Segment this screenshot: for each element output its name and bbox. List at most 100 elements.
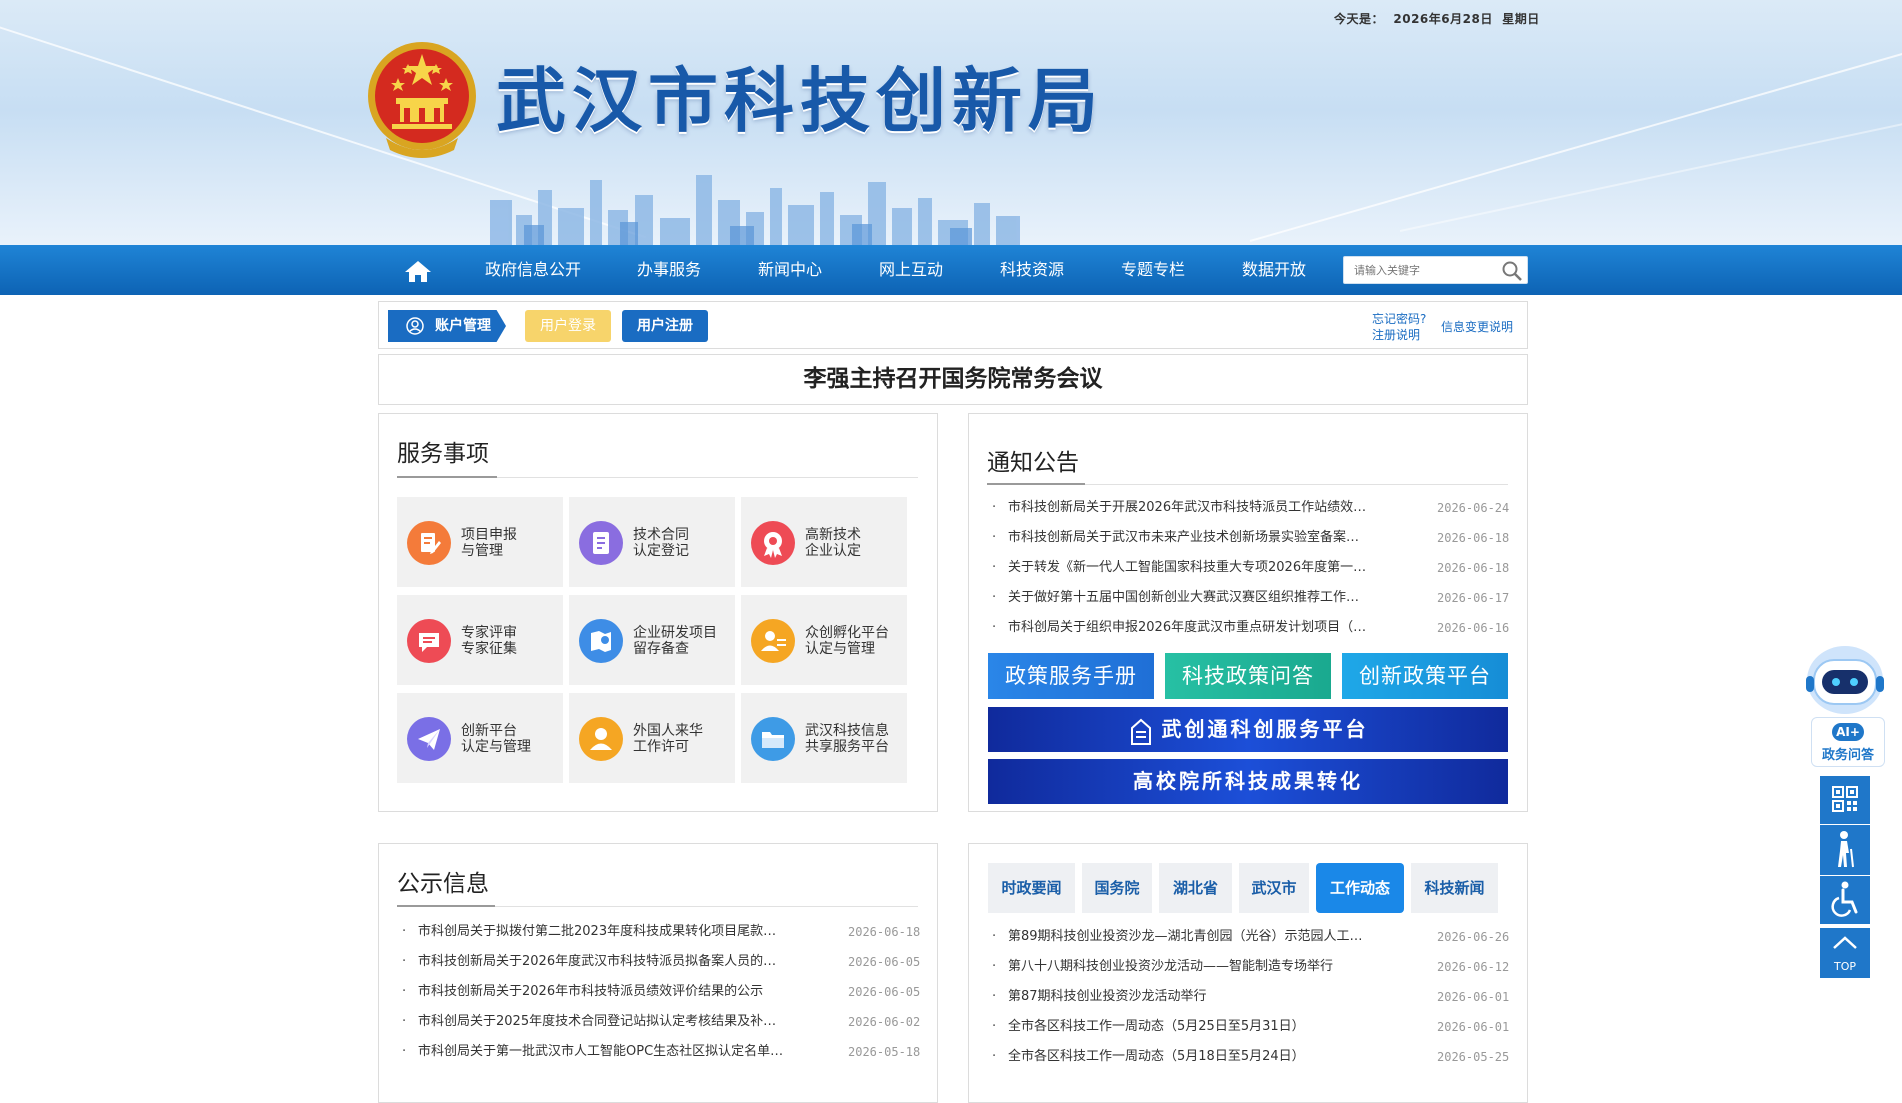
news-item[interactable]: · 全市各区科技工作一周动态（5月25日至5月31日） 2026-06-01 (992, 1012, 1509, 1042)
people-icon (751, 619, 795, 663)
research-transfer-banner[interactable]: 高校院所科技成果转化 (988, 759, 1508, 804)
service-label: 众创孵化平台 (805, 625, 889, 641)
public-info-item[interactable]: · 市科创局关于2025年度技术合同登记站拟认定考核结果及补… 2026-06-02 (402, 1007, 920, 1037)
site-header: 今天是： 2026年6月28日 星期日 武汉市科技创新局 (0, 0, 1902, 245)
register-help-link[interactable]: 注册说明 (1372, 326, 1420, 343)
ai-caption: 政务问答 (1821, 748, 1874, 763)
chevron-up-icon (1833, 936, 1857, 949)
headline-bar: 李强主持召开国务院常务会议 (378, 354, 1528, 405)
policy-handbook-button[interactable]: 政策服务手册 (988, 653, 1154, 699)
nav-item-services[interactable]: 办事服务 (637, 245, 701, 295)
service-card-innovation-platform[interactable]: 创新平台 认定与管理 (397, 693, 563, 783)
person-icon (579, 717, 623, 761)
home-icon[interactable] (404, 259, 432, 283)
service-card-incubator[interactable]: 众创孵化平台 认定与管理 (741, 595, 907, 685)
news-item[interactable]: · 全市各区科技工作一周动态（5月18日至5月24日） 2026-05-25 (992, 1042, 1509, 1072)
news-item[interactable]: · 第89期科技创业投资沙龙—湖北青创园（光谷）示范园人工… 2026-06-26 (992, 922, 1509, 952)
service-card-tech-contract[interactable]: 技术合同 认定登记 (569, 497, 735, 587)
service-card-foreigner-permit[interactable]: 外国人来华 工作许可 (569, 693, 735, 783)
service-label: 专家评审 (461, 625, 517, 641)
tab-hubei[interactable]: 湖北省 (1159, 863, 1232, 913)
service-card-info-sharing[interactable]: 武汉科技信息 共享服务平台 (741, 693, 907, 783)
nav-item-news[interactable]: 新闻中心 (758, 245, 822, 295)
search-icon[interactable] (1501, 260, 1523, 282)
notice-item[interactable]: · 市科创局关于组织申报2026年度武汉市重点研发计划项目（… 2026-06-16 (992, 613, 1509, 643)
elderly-icon (1838, 831, 1854, 868)
public-info-item[interactable]: · 市科技创新局关于2026年市科技特派员绩效评价结果的公示 2026-06-05 (402, 977, 920, 1007)
notice-item[interactable]: · 市科技创新局关于开展2026年武汉市科技特派员工作站绩效… 2026-06-24 (992, 493, 1509, 523)
public-info-item[interactable]: · 市科技创新局关于2026年度武汉市科技特派员拟备案人员的… 2026-06-05 (402, 947, 920, 977)
ai-robot-icon[interactable] (1800, 640, 1890, 718)
register-button[interactable]: 用户注册 (622, 310, 708, 342)
building-icon (1130, 718, 1151, 745)
nav-item-interaction[interactable]: 网上互动 (879, 245, 943, 295)
service-label: 高新技术 (805, 527, 861, 543)
paper-plane-icon (407, 717, 451, 761)
wuchuangtong-banner[interactable]: 武创通科创服务平台 (988, 707, 1508, 752)
services-title: 服务事项 (397, 441, 489, 467)
tab-tech-news[interactable]: 科技新闻 (1411, 863, 1498, 913)
notice-item[interactable]: · 市科技创新局关于武汉市未来产业技术创新场景实验室备案… 2026-06-18 (992, 523, 1509, 553)
service-label: 工作许可 (633, 739, 689, 755)
ai-qa-button[interactable]: AI+ 政务问答 (1811, 717, 1885, 767)
info-change-link[interactable]: 信息变更说明 (1441, 318, 1513, 335)
notice-item[interactable]: · 关于做好第十五届中国创新创业大赛武汉赛区组织推荐工作… 2026-06-17 (992, 583, 1509, 613)
current-date: 今天是： 2026年6月28日 星期日 (1334, 12, 1540, 26)
service-card-expert-review[interactable]: 专家评审 专家征集 (397, 595, 563, 685)
service-card-project-application[interactable]: 项目申报 与管理 (397, 497, 563, 587)
public-info-item[interactable]: · 市科创局关于拟拨付第二批2023年度科技成果转化项目尾款… 2026-06-18 (402, 917, 920, 947)
tab-work-updates[interactable]: 工作动态 (1316, 863, 1404, 913)
forgot-password-link[interactable]: 忘记密码? (1372, 310, 1426, 327)
qr-code-button[interactable] (1820, 776, 1870, 824)
service-label: 认定与管理 (461, 739, 531, 755)
qr-code-icon (1832, 786, 1858, 812)
contract-icon (579, 521, 623, 565)
headline-link[interactable]: 李强主持召开国务院常务会议 (379, 355, 1527, 404)
user-icon (406, 317, 424, 335)
section-divider (987, 483, 1508, 485)
wheelchair-icon (1831, 881, 1858, 917)
nav-item-open-data[interactable]: 数据开放 (1242, 245, 1306, 295)
service-label: 认定与管理 (805, 641, 875, 657)
chat-icon (407, 619, 451, 663)
public-info-title: 公示信息 (397, 871, 489, 897)
service-label: 企业研发项目 (633, 625, 717, 641)
news-item[interactable]: · 第87期科技创业投资沙龙活动举行 2026-06-01 (992, 982, 1509, 1012)
tab-wuhan[interactable]: 武汉市 (1239, 863, 1309, 913)
policy-qa-button[interactable]: 科技政策问答 (1165, 653, 1331, 699)
notices-title: 通知公告 (987, 450, 1079, 476)
service-card-hightech-enterprise[interactable]: 高新技术 企业认定 (741, 497, 907, 587)
nav-item-gov-info[interactable]: 政府信息公开 (485, 245, 581, 295)
service-label: 专家征集 (461, 641, 517, 657)
accessibility-button[interactable] (1820, 876, 1870, 924)
news-item[interactable]: · 第八十八期科技创业投资沙龙活动——智能制造专场举行 2026-06-12 (992, 952, 1509, 982)
folder-icon (751, 717, 795, 761)
top-label: TOP (1833, 960, 1856, 973)
section-divider (397, 905, 918, 907)
account-management-tab[interactable]: 账户管理 (388, 310, 506, 342)
tab-current-affairs[interactable]: 时政要闻 (988, 863, 1075, 913)
notice-item[interactable]: · 关于转发《新一代人工智能国家科技重大专项2026年度第一… 2026-06-18 (992, 553, 1509, 583)
nav-item-topics[interactable]: 专题专栏 (1121, 245, 1185, 295)
service-label: 武汉科技信息 (805, 723, 889, 739)
service-label: 外国人来华 (633, 723, 703, 739)
tab-state-council[interactable]: 国务院 (1082, 863, 1152, 913)
map-pin-icon (579, 619, 623, 663)
nav-item-resources[interactable]: 科技资源 (1000, 245, 1064, 295)
login-button[interactable]: 用户登录 (525, 310, 611, 342)
service-card-rnd-filing[interactable]: 企业研发项目 留存备查 (569, 595, 735, 685)
edit-doc-icon (407, 521, 451, 565)
city-skyline-graphic (490, 175, 1020, 245)
back-to-top-button[interactable]: TOP (1820, 928, 1870, 978)
badge-icon (751, 521, 795, 565)
account-bar: 账户管理 用户登录 用户注册 忘记密码? 注册说明 信息变更说明 (378, 301, 1528, 349)
site-title: 武汉市科技创新局 (496, 59, 1104, 142)
section-divider (397, 476, 918, 478)
service-label: 企业认定 (805, 543, 861, 559)
service-label: 技术合同 (633, 527, 689, 543)
elderly-mode-button[interactable] (1820, 825, 1870, 875)
service-label: 留存备查 (633, 641, 689, 657)
innovation-policy-button[interactable]: 创新政策平台 (1342, 653, 1508, 699)
search-input[interactable] (1344, 257, 1494, 283)
public-info-item[interactable]: · 市科创局关于第一批武汉市人工智能OPC生态社区拟认定名单… 2026-05-18 (402, 1037, 920, 1067)
